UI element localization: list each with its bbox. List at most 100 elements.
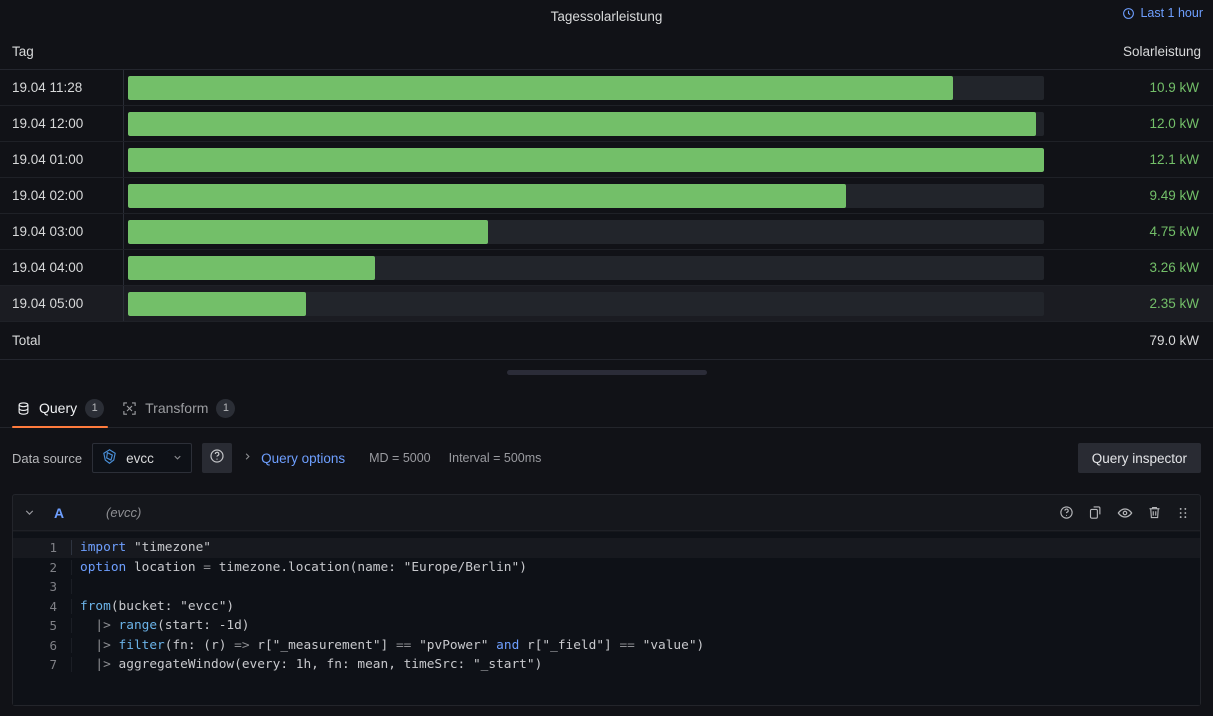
- datasource-picker[interactable]: evcc: [92, 443, 193, 473]
- query-datasource-name: (evcc): [106, 505, 142, 520]
- column-header-value[interactable]: Solarleistung: [1056, 44, 1201, 59]
- gauge-track: [128, 291, 1044, 316]
- cell-value: 9.49 kW: [1149, 188, 1199, 203]
- gauge-track: [128, 183, 1044, 208]
- table-row[interactable]: 19.04 01:00 12.1 kW: [0, 142, 1213, 178]
- cell-tag: 19.04 01:00: [0, 142, 124, 177]
- duplicate-icon[interactable]: [1088, 505, 1103, 520]
- database-icon: [16, 401, 31, 416]
- code-text: |> aggregateWindow(every: 1h, fn: mean, …: [71, 657, 1200, 673]
- gauge-fill: [128, 255, 375, 280]
- query-row-actions: [1059, 505, 1190, 521]
- cell-value: 4.75 kW: [1149, 224, 1199, 239]
- trash-icon[interactable]: [1147, 505, 1162, 520]
- query-options-toggle[interactable]: Query options: [242, 451, 345, 466]
- code-line[interactable]: 7 |> aggregateWindow(every: 1h, fn: mean…: [13, 655, 1200, 675]
- eye-icon[interactable]: [1117, 505, 1133, 521]
- table-row[interactable]: 19.04 11:28 10.9 kW: [0, 70, 1213, 106]
- table-row[interactable]: 19.04 02:00 9.49 kW: [0, 178, 1213, 214]
- cell-tag: 19.04 02:00: [0, 178, 124, 213]
- table-row[interactable]: 19.04 03:00 4.75 kW: [0, 214, 1213, 250]
- cell-gauge: [124, 178, 1060, 213]
- line-number: 3: [49, 579, 57, 595]
- query-editor-row: A (evcc) 1 import "timezone" 2 option lo…: [12, 494, 1201, 706]
- gauge-track: [128, 147, 1044, 172]
- query-collapse-toggle[interactable]: [23, 506, 36, 519]
- gauge-track: [128, 255, 1044, 280]
- tab-transform[interactable]: Transform 1: [118, 389, 249, 427]
- cell-gauge: [124, 70, 1060, 105]
- cell-gauge: [124, 250, 1060, 285]
- gauge-fill: [128, 111, 1037, 136]
- tab-transform-label: Transform: [145, 400, 209, 416]
- table-row[interactable]: 19.04 05:00 2.35 kW: [0, 286, 1213, 322]
- flux-code-editor[interactable]: 1 import "timezone" 2 option location = tim…: [13, 532, 1200, 705]
- gauge-track: [128, 219, 1044, 244]
- max-data-points-value: MD = 5000: [369, 451, 431, 465]
- cell-value: 12.1 kW: [1149, 152, 1199, 167]
- panel-resize-handle[interactable]: [506, 370, 707, 375]
- column-header-tag[interactable]: Tag: [12, 44, 124, 59]
- query-inspector-button[interactable]: Query inspector: [1077, 443, 1201, 473]
- cell-tag: 19.04 03:00: [0, 214, 124, 249]
- query-ref-id[interactable]: A: [54, 505, 106, 521]
- cell-value: 2.35 kW: [1149, 296, 1199, 311]
- cell-gauge: [124, 286, 1060, 321]
- line-number: 7: [49, 657, 57, 673]
- gauge-fill: [128, 219, 488, 244]
- table-header-row: Tag Solarleistung: [0, 34, 1213, 70]
- code-line[interactable]: 6 |> filter(fn: (r) => r["_measurement"]…: [13, 636, 1200, 656]
- cell-gauge: [124, 106, 1060, 141]
- clock-icon: [1122, 7, 1135, 20]
- query-options-bar: Data source evcc Query options MD = 5000…: [0, 440, 1213, 476]
- gauge-fill: [128, 147, 1044, 172]
- gauge-fill: [128, 291, 306, 316]
- code-text: [71, 579, 1200, 595]
- help-circle-icon: [209, 448, 225, 469]
- datasource-help-button[interactable]: [202, 443, 233, 473]
- tab-transform-badge: 1: [216, 398, 236, 418]
- chevron-right-icon: [242, 451, 253, 465]
- data-table: Tag Solarleistung 19.04 11:28 10.9 kW 19.0…: [0, 34, 1213, 360]
- line-number: 4: [49, 598, 57, 614]
- line-number: 1: [49, 540, 57, 556]
- code-line[interactable]: 2 option location = timezone.location(nam…: [13, 558, 1200, 578]
- tab-query[interactable]: Query 1: [12, 389, 118, 428]
- influxdb-icon: [101, 448, 118, 468]
- gauge-track: [128, 75, 1044, 100]
- cell-tag: 19.04 11:28: [0, 70, 124, 105]
- help-circle-icon[interactable]: [1059, 505, 1074, 520]
- cell-tag: 19.04 05:00: [0, 286, 124, 321]
- query-options-label: Query options: [261, 450, 346, 466]
- footer-total-value: 79.0 kW: [1149, 333, 1199, 348]
- table-footer-row: Total 79.0 kW: [0, 322, 1213, 360]
- table-body: 19.04 11:28 10.9 kW 19.04 12:00 12.0 kW 19.0…: [0, 70, 1213, 322]
- cell-tag: 19.04 12:00: [0, 106, 124, 141]
- cell-gauge: [124, 142, 1060, 177]
- code-text: option location = timezone.location(name…: [71, 559, 1200, 575]
- code-line[interactable]: 1 import "timezone": [13, 538, 1200, 558]
- code-text: from(bucket: "evcc"): [71, 598, 1200, 614]
- line-number: 2: [49, 559, 57, 575]
- cell-value: 10.9 kW: [1149, 80, 1199, 95]
- line-number: 5: [49, 618, 57, 634]
- code-line[interactable]: 5 |> range(start: -1d): [13, 616, 1200, 636]
- gauge-fill: [128, 183, 847, 208]
- table-row[interactable]: 19.04 04:00 3.26 kW: [0, 250, 1213, 286]
- code-line[interactable]: 4 from(bucket: "evcc"): [13, 597, 1200, 617]
- cell-value: 12.0 kW: [1149, 116, 1199, 131]
- code-line[interactable]: 3: [13, 577, 1200, 597]
- table-row[interactable]: 19.04 12:00 12.0 kW: [0, 106, 1213, 142]
- time-range-picker[interactable]: Last 1 hour: [1122, 6, 1203, 20]
- panel-title: Tagessolarleistung: [550, 8, 663, 24]
- drag-handle-icon[interactable]: [1176, 506, 1190, 520]
- code-text: |> filter(fn: (r) => r["_measurement"] =…: [71, 637, 1200, 653]
- tab-query-badge: 1: [85, 398, 105, 418]
- code-text: |> range(start: -1d): [71, 618, 1200, 634]
- chevron-down-icon: [172, 451, 183, 466]
- line-number: 6: [49, 637, 57, 653]
- editor-tabs: Query 1 Transform 1: [0, 388, 1213, 428]
- tab-query-label: Query: [39, 400, 78, 416]
- query-options-summary: MD = 5000 Interval = 500ms: [369, 451, 541, 465]
- dashboard-panel: Tagessolarleistung Last 1 hour Tag Solar…: [0, 0, 1213, 376]
